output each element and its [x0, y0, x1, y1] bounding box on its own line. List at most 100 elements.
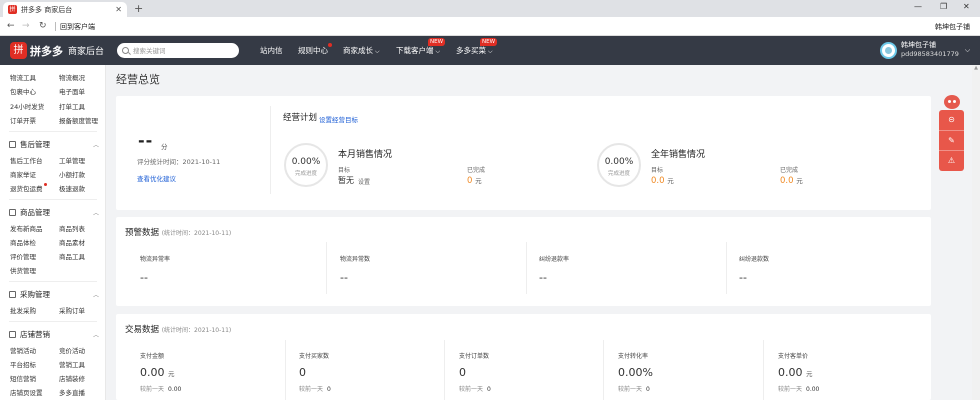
tab-close-icon[interactable]: ✕	[115, 5, 122, 14]
yearly-progress-value: 0.00%	[604, 157, 634, 167]
trade-data-title: 交易数据 (统计时间：2021-10-11)	[125, 325, 232, 335]
sidebar-item-logistics-overview[interactable]: 物流概况	[59, 72, 85, 82]
cell-divider	[603, 340, 604, 400]
new-badge: NEW	[480, 38, 498, 46]
monthly-progress-ring: 0.00% 完成进度	[284, 143, 328, 187]
chevron-down-icon: ⌵	[435, 48, 441, 55]
cell-divider	[285, 340, 286, 400]
set-monthly-target-link[interactable]: 设置	[358, 177, 370, 186]
sidebar-item-sms-marketing[interactable]: 短信营销	[10, 373, 36, 383]
sidebar-item-quota-management[interactable]: 报备额度管理	[59, 115, 98, 125]
scroll-up-icon[interactable]: ▲	[972, 65, 980, 71]
restore-icon[interactable]: ❐	[940, 2, 947, 11]
sidebar-item-small-payment[interactable]: 小额打款	[59, 169, 85, 179]
trade-value-avg-price: 0.00 元	[778, 366, 813, 379]
sidebar-item-package-center[interactable]: 包裹中心	[10, 86, 36, 96]
sidebar-item-24h-shipping[interactable]: 24小时发货	[10, 101, 44, 111]
monthly-sales-title: 本月销售情况	[338, 150, 393, 160]
sidebar-section-after-sales[interactable]: 售后管理 ︿	[9, 139, 99, 150]
sidebar-item-reviews[interactable]: 评价管理	[10, 251, 36, 261]
sidebar-item-live-stream[interactable]: 多多直播	[59, 387, 85, 397]
chevron-up-icon: ︿	[92, 142, 99, 149]
nav-rules-center[interactable]: 规则中心	[298, 43, 332, 56]
minimize-icon[interactable]: —	[914, 2, 922, 11]
alert-value-dispute-count: --	[739, 271, 747, 284]
back-arrow-icon[interactable]: ←	[7, 20, 15, 32]
browser-tab[interactable]: 拼 拼多多 商家后台 ✕	[3, 2, 127, 17]
trade-value-pay-amount: 0.00 元	[140, 366, 175, 379]
edit-icon[interactable]: ✎	[939, 130, 964, 150]
sidebar-section-marketing[interactable]: 店铺营销 ︿	[9, 329, 99, 340]
sidebar-item-fast-refund[interactable]: 极速退款	[59, 183, 85, 193]
page-title: 经营总览	[116, 73, 160, 86]
user-menu[interactable]: 韩坤包子铺 pdd98583401779 ⌵	[880, 41, 970, 59]
logo[interactable]: 拼 拼多多 商家后台	[10, 42, 104, 59]
sidebar-item-wholesale[interactable]: 批发采购	[10, 305, 36, 315]
address-bar: ← → ↻ 回到客户端 韩坤包子铺	[0, 17, 980, 36]
sidebar-item-print-tool[interactable]: 打单工具	[59, 101, 85, 111]
nav-merchant-growth[interactable]: 商家成长 ⌵	[343, 45, 380, 56]
shop-name-label: 韩坤包子铺	[935, 23, 970, 31]
optimization-tips-link[interactable]: 查看优化建议	[137, 173, 176, 183]
sidebar-item-after-sales-workbench[interactable]: 售后工作台	[10, 155, 43, 165]
warning-icon[interactable]: ⚠	[939, 150, 964, 170]
search-box[interactable]	[117, 43, 239, 58]
search-input[interactable]	[133, 46, 228, 55]
sidebar-section-purchasing[interactable]: 采购管理 ︿	[9, 289, 99, 300]
cart-icon	[9, 291, 16, 298]
store-icon	[9, 331, 16, 338]
sidebar-item-supply[interactable]: 供货管理	[10, 265, 36, 275]
set-goal-link[interactable]: 设置经营目标	[319, 114, 358, 124]
monthly-target-value: 暂无	[338, 176, 354, 185]
sidebar-divider	[9, 199, 97, 200]
scrollbar[interactable]: ▲	[972, 65, 980, 400]
feedback-icon[interactable]: ⊝	[939, 110, 964, 130]
sidebar-item-bidding[interactable]: 竞价活动	[59, 345, 85, 355]
user-id: pdd98583401779	[901, 50, 959, 58]
alert-data-title: 预警数据 (统计时间：2021-10-11)	[125, 228, 232, 238]
sidebar-item-product-assets[interactable]: 商品素材	[59, 237, 85, 247]
back-to-client-link[interactable]: 回到客户端	[60, 22, 95, 32]
nav-download-client[interactable]: NEW 下载客户端 ⌵	[396, 38, 446, 56]
sidebar-item-ticket-management[interactable]: 工单管理	[59, 155, 85, 165]
sidebar-item-store-decoration[interactable]: 店铺装修	[59, 373, 85, 383]
alert-value-dispute-rate: --	[539, 271, 547, 284]
forward-arrow-icon[interactable]: →	[22, 20, 30, 32]
sidebar-item-order-invoice[interactable]: 订单开票	[10, 115, 36, 125]
chevron-up-icon: ︿	[92, 292, 99, 299]
trade-label-buyers: 支付买家数	[299, 353, 330, 360]
sidebar-item-product-check[interactable]: 商品体检	[10, 237, 36, 247]
app-header: 拼 拼多多 商家后台 站内信 规则中心 商家成长⌵ NEW下载客户端⌵ NEW多…	[0, 36, 980, 65]
plan-title: 经营计划	[283, 113, 318, 123]
sidebar-item-logistics-tools[interactable]: 物流工具	[10, 72, 36, 82]
sidebar-item-merchant-evidence[interactable]: 商家举证	[10, 169, 36, 179]
score-unit: 分	[161, 143, 168, 151]
chevron-down-icon: ⌵	[488, 48, 493, 55]
sidebar-section-products[interactable]: 商品管理 ︿	[9, 207, 99, 218]
nav-inbox[interactable]: 站内信	[260, 45, 283, 56]
logo-subtitle: 商家后台	[68, 47, 105, 57]
sidebar-item-product-tools[interactable]: 商品工具	[59, 251, 85, 261]
yearly-sales-title: 全年销售情况	[651, 150, 706, 160]
sidebar-divider	[9, 131, 97, 132]
sidebar-item-marketing-tools[interactable]: 营销工具	[59, 359, 85, 369]
reload-icon[interactable]: ↻	[39, 20, 47, 32]
trade-compare-buyers: 较前一天 0	[299, 386, 331, 393]
mascot-icon[interactable]	[941, 93, 963, 111]
alert-label-dispute-rate: 纠纷退款率	[539, 256, 570, 263]
sidebar-item-e-waybill[interactable]: 电子面单	[59, 86, 85, 96]
sidebar-item-product-list[interactable]: 商品列表	[59, 223, 85, 233]
sidebar-item-return-shipping[interactable]: 退货包运费	[10, 183, 47, 193]
new-tab-icon[interactable]: +	[134, 2, 143, 15]
monthly-progress-label: 完成进度	[294, 171, 317, 177]
sidebar-item-new-product[interactable]: 发布新商品	[10, 223, 43, 233]
sidebar-item-purchase-orders[interactable]: 采购订单	[59, 305, 85, 315]
nav-duoduo-grocery[interactable]: NEW 多多买菜 ⌵	[456, 38, 498, 56]
trade-label-pay-amount: 支付金额	[140, 353, 165, 360]
browser-titlebar: 拼 拼多多 商家后台 ✕ + — ❐ ✕	[0, 0, 980, 17]
sidebar-item-platform-tender[interactable]: 平台招标	[10, 359, 36, 369]
monthly-done-value: 0 元	[467, 176, 482, 186]
sidebar-item-campaigns[interactable]: 营销活动	[10, 345, 36, 355]
window-close-icon[interactable]: ✕	[963, 2, 970, 11]
sidebar-item-store-page-settings[interactable]: 店铺页设置	[10, 387, 43, 397]
